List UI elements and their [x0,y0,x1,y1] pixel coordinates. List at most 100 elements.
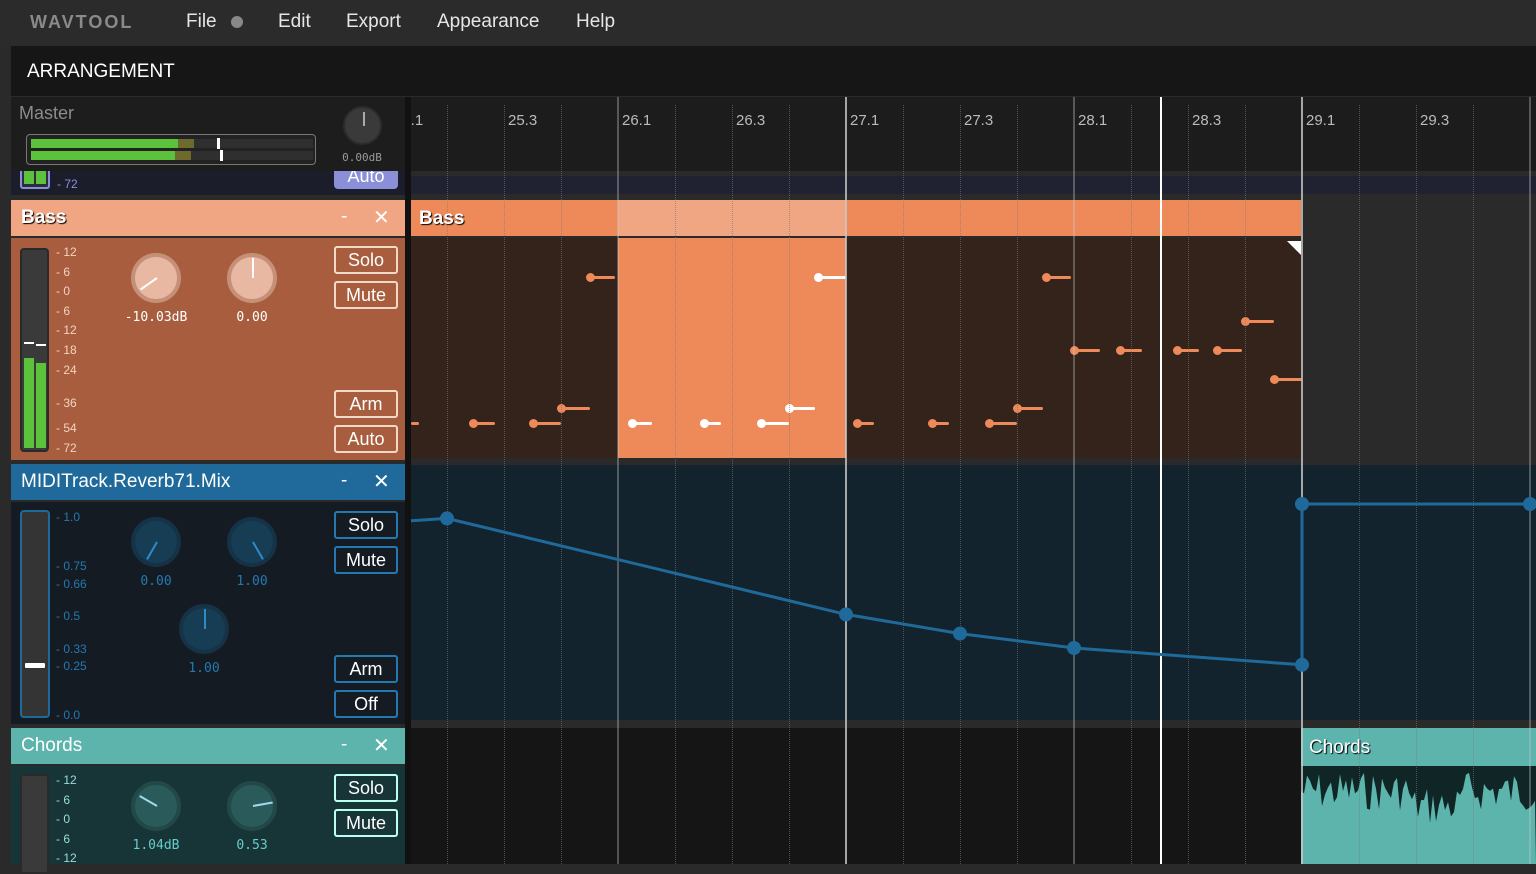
chords-clip-header[interactable]: Chords [1301,728,1536,766]
beat-line [1017,105,1018,864]
master-volume-knob[interactable] [343,106,382,145]
menu-file[interactable]: File [186,11,217,33]
clip-resize-handle-icon[interactable] [1287,241,1301,255]
mute-button[interactable]: Mute [334,546,398,574]
bass-pan-value: 0.00 [236,310,268,325]
chords-volume-value: 1.04dB [132,838,180,853]
reverb-mix-fader[interactable] [20,510,50,718]
minimize-button[interactable]: - [341,206,347,228]
midi-note[interactable] [1041,273,1072,282]
bar-line [1073,97,1075,864]
bass-volume-value: -10.03dB [124,310,188,325]
chords-pan-knob[interactable] [227,781,277,831]
midi-note[interactable] [1212,346,1243,355]
scale-label: - 0 [56,284,71,298]
menu-export[interactable]: Export [346,11,401,33]
timeline-ruler[interactable] [411,97,1536,171]
midi-note[interactable] [1241,316,1274,326]
scale-label: - 0.33 [56,642,87,656]
playhead[interactable] [1159,97,1162,864]
reverb-automation-lane[interactable] [411,465,1536,720]
beat-line [1359,105,1360,864]
midi-note[interactable] [813,273,846,282]
scale-label: - 0.25 [56,659,87,673]
master-meter [26,134,316,165]
fader-thumb[interactable] [25,663,45,669]
bass-clip-header[interactable]: Bass [411,200,1301,236]
meter-warn [177,139,194,148]
ruler-label: 29.3 [1420,112,1450,129]
note-handle[interactable] [984,419,994,428]
midi-note[interactable] [1013,404,1043,414]
note-handle[interactable] [528,419,538,428]
beat-line [1188,105,1189,864]
reverb-knob-2[interactable] [227,517,277,567]
menu-help[interactable]: Help [576,11,615,33]
bass-track-header[interactable]: Bass - ✕ [11,200,405,236]
midi-note[interactable] [557,404,590,414]
bass-track-controls: - 12 - 6 - 0 - 6 - 12 - 18 - 24 - 36 - 54 - 72 -1… [11,238,405,460]
bass-volume-knob[interactable] [131,253,181,303]
note-handle[interactable] [813,273,823,282]
reverb-knob-1[interactable] [131,517,181,567]
reverb-knob-3[interactable] [179,604,229,654]
mute-button[interactable]: Mute [334,809,398,837]
midi-note[interactable] [1070,346,1100,355]
note-handle[interactable] [756,419,766,428]
midi-note[interactable] [785,404,815,414]
previous-track-strip: - 72 Auto [11,171,405,195]
ruler-label: 26.1 [622,112,652,129]
note-handle[interactable] [1115,346,1125,355]
menu-appearance[interactable]: Appearance [437,11,539,33]
midi-note[interactable] [585,273,616,282]
chords-track-controls: - 12 - 6 - 0 - 6 - 12 1.04dB 0.53 Solo Mute [11,766,405,874]
track-name[interactable]: Chords [21,735,82,757]
midi-note[interactable] [699,419,721,428]
chords-level-meter[interactable] [20,774,49,874]
scale-label: - 24 [56,363,77,377]
scale-label: - 72 [57,177,78,191]
arm-button[interactable]: Arm [334,390,398,418]
note-handle[interactable] [1172,346,1182,355]
minimize-button[interactable]: - [341,734,347,756]
note-handle[interactable] [1212,346,1222,355]
previous-auto-button[interactable]: Auto [334,171,398,189]
solo-button[interactable]: Solo [334,246,398,274]
note-handle[interactable] [699,419,709,428]
reverb-track-header[interactable]: MIDITrack.Reverb71.Mix - ✕ [11,464,405,500]
midi-note[interactable] [411,422,419,425]
auto-button[interactable]: Auto [334,425,398,453]
solo-button[interactable]: Solo [334,774,398,802]
scale-label: - 0.75 [56,559,87,573]
midi-note[interactable] [528,419,561,428]
close-button[interactable]: ✕ [373,205,390,230]
midi-note[interactable] [927,419,949,428]
automation-off-button[interactable]: Off [334,690,398,718]
midi-note[interactable] [984,419,1017,428]
midi-note[interactable] [756,419,789,428]
note-handle[interactable] [927,419,937,428]
note-handle[interactable] [1041,273,1051,282]
midi-note[interactable] [628,419,653,428]
close-button[interactable]: ✕ [373,469,390,494]
track-name[interactable]: Bass [21,207,66,229]
chords-volume-knob[interactable] [131,781,181,831]
midi-note[interactable] [468,419,496,428]
arm-button[interactable]: Arm [334,655,398,683]
note-handle[interactable] [1269,375,1279,385]
minimize-button[interactable]: - [341,470,347,492]
mute-button[interactable]: Mute [334,281,398,309]
solo-button[interactable]: Solo [334,511,398,539]
master-volume-value: 0.00dB [342,151,382,164]
waveform-shape [1301,772,1536,864]
menu-edit[interactable]: Edit [278,11,311,33]
bass-pan-knob[interactable] [227,253,277,303]
note-handle[interactable] [585,273,595,282]
midi-note[interactable] [853,419,875,428]
midi-note[interactable] [1269,375,1302,385]
track-name[interactable]: MIDITrack.Reverb71.Mix [21,471,230,493]
bass-level-meter[interactable] [20,248,49,452]
close-button[interactable]: ✕ [373,733,390,758]
note-handle[interactable] [468,419,478,428]
chords-track-header[interactable]: Chords - ✕ [11,728,405,764]
